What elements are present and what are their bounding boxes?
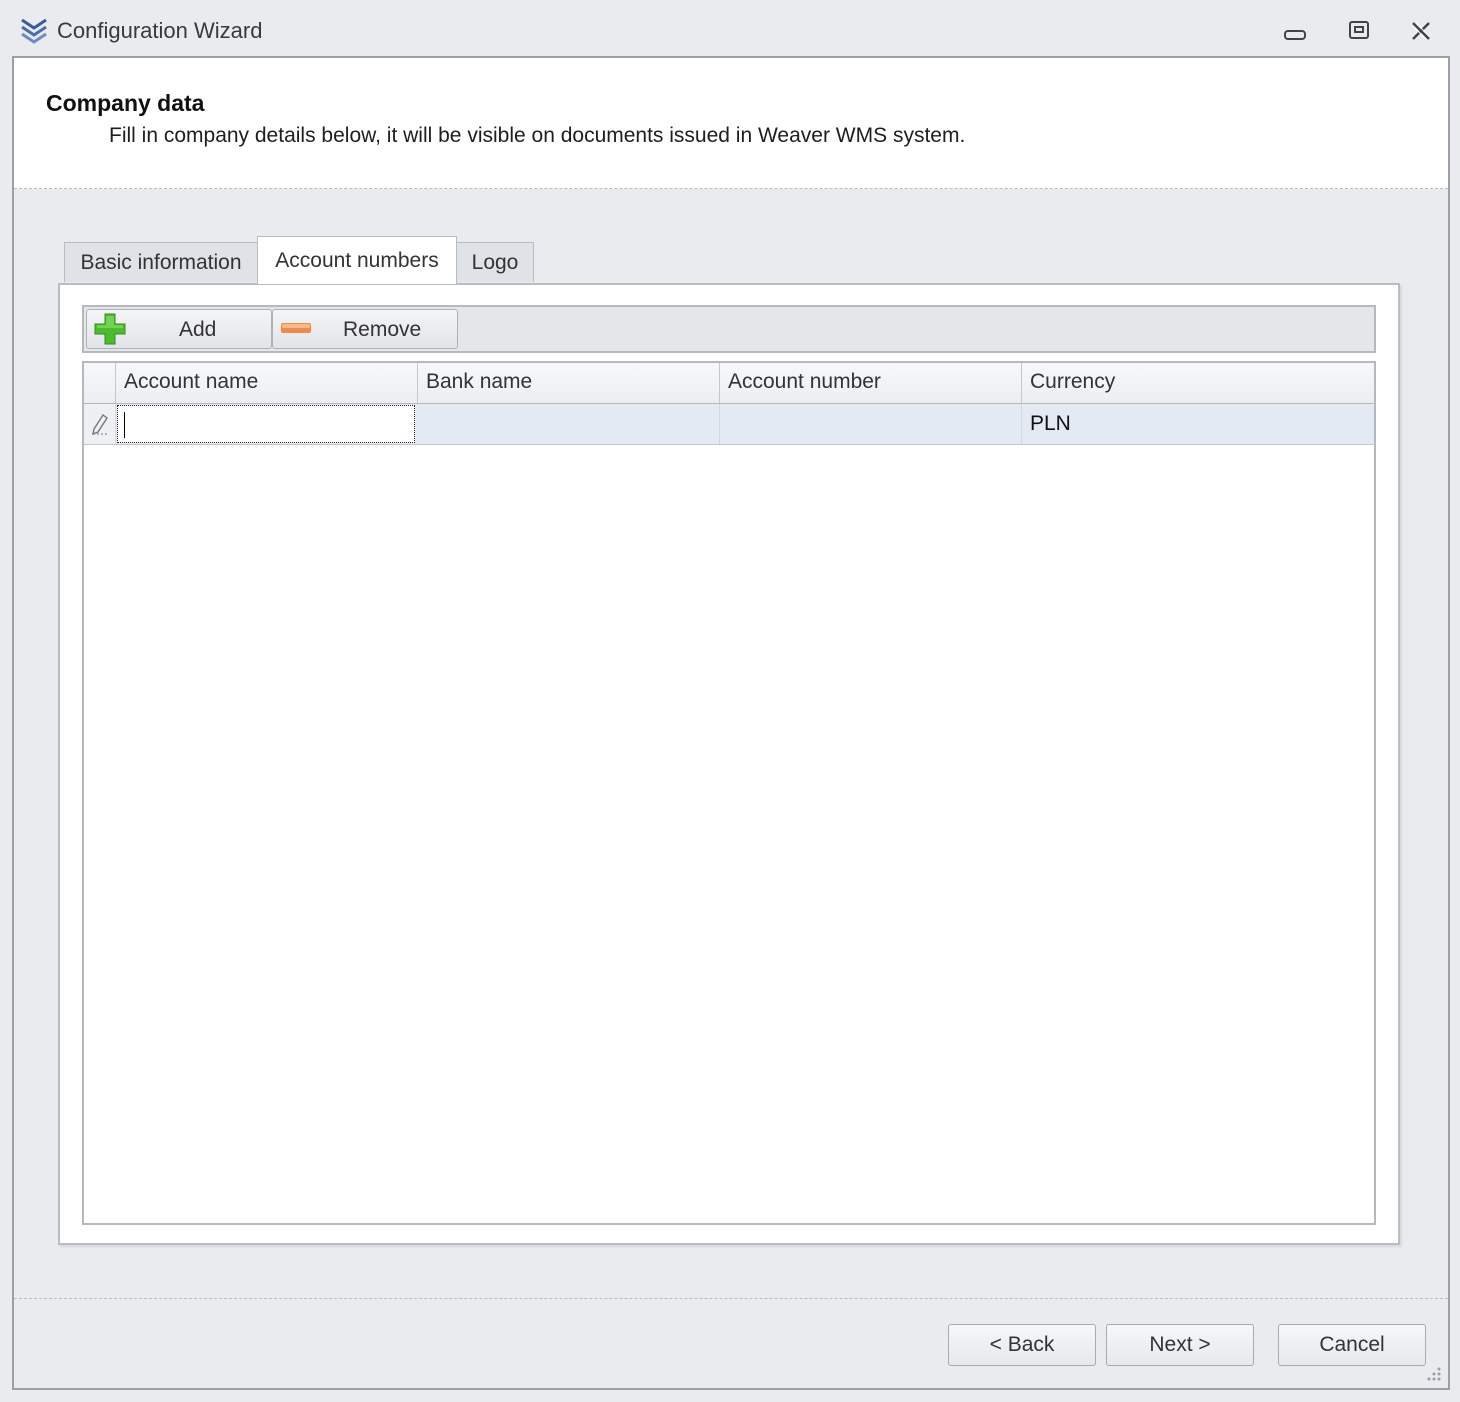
page-title: Company data (46, 90, 205, 116)
pencil-icon (92, 413, 108, 435)
accounts-grid: Account name Bank name Account number Cu… (82, 361, 1376, 1225)
column-header-account-number[interactable]: Account number (720, 363, 1022, 403)
column-header-account-name[interactable]: Account name (116, 363, 418, 403)
close-button[interactable] (1406, 16, 1436, 46)
remove-button-label: Remove (343, 318, 422, 341)
configuration-wizard-window: Configuration Wizard Company data Fill i… (0, 0, 1460, 1402)
page-description: Fill in company details below, it will b… (109, 124, 966, 147)
cell-bank-name[interactable] (418, 404, 720, 444)
plus-icon (94, 313, 126, 345)
next-button[interactable]: Next > (1106, 1324, 1254, 1366)
remove-button[interactable]: Remove (272, 309, 458, 349)
close-icon (1412, 22, 1430, 40)
cell-currency[interactable]: PLN (1022, 404, 1374, 444)
minus-icon (281, 323, 311, 333)
minimize-button[interactable] (1280, 16, 1310, 46)
row-indicator (84, 404, 116, 444)
grid-toolbar: Add Remove (82, 305, 1376, 353)
grid-header: Account name Bank name Account number Cu… (84, 363, 1374, 404)
back-button[interactable]: < Back (948, 1324, 1096, 1366)
row-indicator-header (84, 363, 116, 403)
restore-button[interactable] (1344, 16, 1374, 46)
cancel-button[interactable]: Cancel (1278, 1324, 1426, 1366)
text-caret (124, 412, 125, 438)
window-title: Configuration Wizard (57, 18, 263, 43)
tab-account-numbers[interactable]: Account numbers (257, 236, 457, 284)
footer-divider (14, 1298, 1448, 1299)
minimize-icon (1284, 30, 1306, 40)
restore-icon (1349, 21, 1369, 39)
column-header-currency[interactable]: Currency (1022, 363, 1374, 403)
account-name-editor[interactable] (117, 405, 415, 443)
tab-logo[interactable]: Logo (456, 242, 534, 282)
wizard-header: Company data Fill in company details bel… (14, 58, 1448, 189)
wizard-client-area: Company data Fill in company details bel… (12, 56, 1450, 1390)
account-numbers-panel: Add Remove Account name Bank name Accoun… (58, 283, 1400, 1245)
add-button-label: Add (179, 318, 217, 341)
cell-account-number[interactable] (720, 404, 1022, 444)
add-button[interactable]: Add (86, 309, 272, 349)
title-bar: Configuration Wizard (0, 0, 1460, 56)
resize-grip-icon[interactable] (1422, 1364, 1442, 1384)
chevrons-down-icon (21, 18, 47, 44)
tab-basic-information[interactable]: Basic information (64, 242, 258, 282)
table-row[interactable]: PLN (84, 404, 1374, 445)
column-header-bank-name[interactable]: Bank name (418, 363, 720, 403)
